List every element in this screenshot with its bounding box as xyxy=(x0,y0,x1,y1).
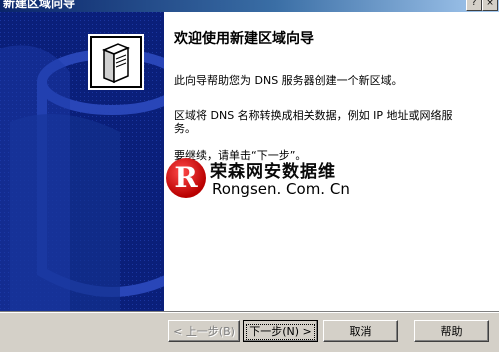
close-title-button[interactable]: × xyxy=(482,0,498,11)
cancel-button[interactable]: 取消 xyxy=(323,320,398,342)
next-button[interactable]: 下一步(N) > xyxy=(243,320,318,342)
next-button-label: 下一步(N) > xyxy=(246,324,315,340)
watermark-text-cn: 荣森网安数据维 xyxy=(210,162,336,182)
zone-description-text: 区域将 DNS 名称转换成相关数据，例如 IP 地址或网络服务。 xyxy=(174,109,453,135)
side-panel-artwork xyxy=(0,12,164,311)
wizard-heading: 欢迎使用新建区域向导 xyxy=(174,31,314,47)
new-zone-wizard-window: 新建区域向导 ? × 欢迎使用新建区域向导 此向导帮助您为 DNS 服务器创建一… xyxy=(0,0,499,352)
button-divider xyxy=(0,311,499,313)
watermark: R 荣森网安数据维 Rongsen. Com. Cn xyxy=(166,155,376,203)
title-bar[interactable]: 新建区域向导 ? × xyxy=(0,0,499,12)
help-button[interactable]: 帮助 xyxy=(414,320,489,342)
back-button[interactable]: < 上一步(B) xyxy=(168,320,240,342)
help-title-button[interactable]: ? xyxy=(466,0,482,11)
window-title: 新建区域向导 xyxy=(3,0,76,10)
watermark-text-en: Rongsen. Com. Cn xyxy=(212,180,350,198)
server-icon xyxy=(102,43,130,84)
intro-text: 此向导帮助您为 DNS 服务器创建一个新区域。 xyxy=(174,74,403,87)
wizard-side-panel xyxy=(0,12,164,311)
watermark-logo-icon: R xyxy=(166,158,206,198)
